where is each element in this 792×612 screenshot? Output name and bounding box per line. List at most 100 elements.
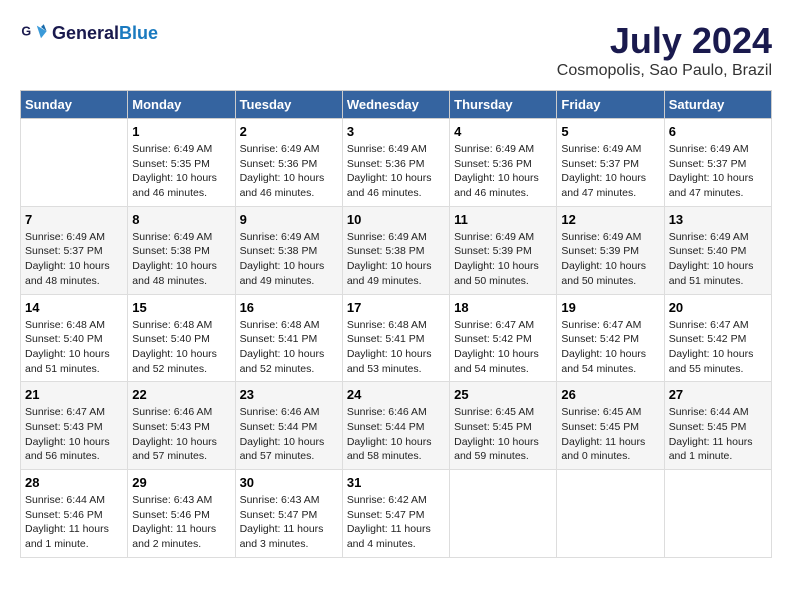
calendar-cell: 2 Sunrise: 6:49 AM Sunset: 5:36 PM Daylig… — [235, 119, 342, 207]
page-header: G GeneralBlue July 2024 Cosmopolis, Sao … — [20, 20, 772, 80]
day-header-thursday: Thursday — [450, 91, 557, 119]
calendar-cell: 30Sunrise: 6:43 AM Sunset: 5:47 PM Dayli… — [235, 470, 342, 558]
date-number: 13 — [669, 212, 767, 227]
date-number: 6 — [669, 124, 767, 139]
cell-detail: Sunrise: 6:47 AM Sunset: 5:42 PM Dayligh… — [561, 318, 659, 377]
week-row-5: 28 Sunrise: 6:44 AM Sunset: 5:46 PM Dayli… — [21, 470, 772, 558]
calendar-cell: 25 Sunrise: 6:45 AM Sunset: 5:45 PM Dayli… — [450, 382, 557, 470]
calendar-cell — [664, 470, 771, 558]
cell-detail: Sunrise: 6:46 AM Sunset: 5:44 PM Dayligh… — [240, 405, 338, 464]
cell-detail: Sunrise: 6:47 AM Sunset: 5:42 PM Dayligh… — [454, 318, 552, 377]
cell-detail: Sunrise: 6:44 AM Sunset: 5:46 PM Dayligh… — [25, 493, 123, 552]
date-number: 20 — [669, 300, 767, 315]
calendar-cell: 21 Sunrise: 6:47 AM Sunset: 5:43 PM Dayli… — [21, 382, 128, 470]
week-row-2: 7 Sunrise: 6:49 AM Sunset: 5:37 PM Daylig… — [21, 206, 772, 294]
date-number: 15 — [132, 300, 230, 315]
cell-detail: Sunrise: 6:49 AM Sunset: 5:36 PM Dayligh… — [454, 142, 552, 201]
calendar-cell: 29 Sunrise: 6:43 AM Sunset: 5:46 PM Dayli… — [128, 470, 235, 558]
calendar-cell — [450, 470, 557, 558]
week-row-1: 1 Sunrise: 6:49 AM Sunset: 5:35 PM Daylig… — [21, 119, 772, 207]
day-header-sunday: Sunday — [21, 91, 128, 119]
date-number: 12 — [561, 212, 659, 227]
title-block: July 2024 Cosmopolis, Sao Paulo, Brazil — [557, 20, 772, 80]
date-number: 9 — [240, 212, 338, 227]
date-number: 19 — [561, 300, 659, 315]
cell-detail: Sunrise: 6:49 AM Sunset: 5:36 PM Dayligh… — [240, 142, 338, 201]
calendar-cell: 22Sunrise: 6:46 AM Sunset: 5:43 PM Dayli… — [128, 382, 235, 470]
day-header-saturday: Saturday — [664, 91, 771, 119]
cell-detail: Sunrise: 6:49 AM Sunset: 5:40 PM Dayligh… — [669, 230, 767, 289]
calendar-cell: 14 Sunrise: 6:48 AM Sunset: 5:40 PM Dayli… — [21, 294, 128, 382]
date-number: 1 — [132, 124, 230, 139]
cell-detail: Sunrise: 6:49 AM Sunset: 5:37 PM Dayligh… — [561, 142, 659, 201]
calendar-subtitle: Cosmopolis, Sao Paulo, Brazil — [557, 62, 772, 80]
calendar-cell: 19 Sunrise: 6:47 AM Sunset: 5:42 PM Dayli… — [557, 294, 664, 382]
day-header-wednesday: Wednesday — [342, 91, 449, 119]
date-number: 4 — [454, 124, 552, 139]
cell-detail: Sunrise: 6:47 AM Sunset: 5:43 PM Dayligh… — [25, 405, 123, 464]
date-number: 5 — [561, 124, 659, 139]
date-number: 31 — [347, 475, 445, 490]
calendar-cell: 15 Sunrise: 6:48 AM Sunset: 5:40 PM Dayli… — [128, 294, 235, 382]
cell-detail: Sunrise: 6:48 AM Sunset: 5:41 PM Dayligh… — [347, 318, 445, 377]
date-number: 29 — [132, 475, 230, 490]
logo-text: GeneralBlue — [52, 24, 158, 44]
day-header-monday: Monday — [128, 91, 235, 119]
calendar-cell: 20 Sunrise: 6:47 AM Sunset: 5:42 PM Dayli… — [664, 294, 771, 382]
day-header-tuesday: Tuesday — [235, 91, 342, 119]
date-number: 2 — [240, 124, 338, 139]
date-number: 3 — [347, 124, 445, 139]
date-number: 25 — [454, 387, 552, 402]
calendar-cell: 10Sunrise: 6:49 AM Sunset: 5:38 PM Dayli… — [342, 206, 449, 294]
calendar-cell: 31Sunrise: 6:42 AM Sunset: 5:47 PM Dayli… — [342, 470, 449, 558]
calendar-cell: 1 Sunrise: 6:49 AM Sunset: 5:35 PM Daylig… — [128, 119, 235, 207]
date-number: 21 — [25, 387, 123, 402]
calendar-cell: 3Sunrise: 6:49 AM Sunset: 5:36 PM Daylig… — [342, 119, 449, 207]
date-number: 18 — [454, 300, 552, 315]
date-number: 24 — [347, 387, 445, 402]
calendar-cell — [557, 470, 664, 558]
calendar-cell: 28 Sunrise: 6:44 AM Sunset: 5:46 PM Dayli… — [21, 470, 128, 558]
cell-detail: Sunrise: 6:45 AM Sunset: 5:45 PM Dayligh… — [561, 405, 659, 464]
calendar-cell: 18 Sunrise: 6:47 AM Sunset: 5:42 PM Dayli… — [450, 294, 557, 382]
calendar-cell: 4 Sunrise: 6:49 AM Sunset: 5:36 PM Daylig… — [450, 119, 557, 207]
cell-detail: Sunrise: 6:47 AM Sunset: 5:42 PM Dayligh… — [669, 318, 767, 377]
calendar-cell: 17 Sunrise: 6:48 AM Sunset: 5:41 PM Dayli… — [342, 294, 449, 382]
date-number: 30 — [240, 475, 338, 490]
date-number: 8 — [132, 212, 230, 227]
days-header-row: SundayMondayTuesdayWednesdayThursdayFrid… — [21, 91, 772, 119]
cell-detail: Sunrise: 6:49 AM Sunset: 5:38 PM Dayligh… — [347, 230, 445, 289]
cell-detail: Sunrise: 6:48 AM Sunset: 5:40 PM Dayligh… — [132, 318, 230, 377]
date-number: 7 — [25, 212, 123, 227]
cell-detail: Sunrise: 6:49 AM Sunset: 5:35 PM Dayligh… — [132, 142, 230, 201]
cell-detail: Sunrise: 6:49 AM Sunset: 5:39 PM Dayligh… — [561, 230, 659, 289]
calendar-cell: 8 Sunrise: 6:49 AM Sunset: 5:38 PM Daylig… — [128, 206, 235, 294]
calendar-cell: 5 Sunrise: 6:49 AM Sunset: 5:37 PM Daylig… — [557, 119, 664, 207]
calendar-title: July 2024 — [557, 20, 772, 62]
date-number: 28 — [25, 475, 123, 490]
date-number: 16 — [240, 300, 338, 315]
cell-detail: Sunrise: 6:46 AM Sunset: 5:44 PM Dayligh… — [347, 405, 445, 464]
calendar-cell: 26 Sunrise: 6:45 AM Sunset: 5:45 PM Dayli… — [557, 382, 664, 470]
date-number: 17 — [347, 300, 445, 315]
svg-text:G: G — [21, 24, 31, 38]
calendar-cell: 7 Sunrise: 6:49 AM Sunset: 5:37 PM Daylig… — [21, 206, 128, 294]
calendar-cell — [21, 119, 128, 207]
date-number: 27 — [669, 387, 767, 402]
calendar-cell: 27Sunrise: 6:44 AM Sunset: 5:45 PM Dayli… — [664, 382, 771, 470]
cell-detail: Sunrise: 6:49 AM Sunset: 5:38 PM Dayligh… — [240, 230, 338, 289]
week-row-3: 14 Sunrise: 6:48 AM Sunset: 5:40 PM Dayli… — [21, 294, 772, 382]
cell-detail: Sunrise: 6:45 AM Sunset: 5:45 PM Dayligh… — [454, 405, 552, 464]
calendar-cell: 12 Sunrise: 6:49 AM Sunset: 5:39 PM Dayli… — [557, 206, 664, 294]
cell-detail: Sunrise: 6:49 AM Sunset: 5:37 PM Dayligh… — [25, 230, 123, 289]
calendar-cell: 24 Sunrise: 6:46 AM Sunset: 5:44 PM Dayli… — [342, 382, 449, 470]
calendar-cell: 6 Sunrise: 6:49 AM Sunset: 5:37 PM Daylig… — [664, 119, 771, 207]
calendar-table: SundayMondayTuesdayWednesdayThursdayFrid… — [20, 90, 772, 558]
date-number: 14 — [25, 300, 123, 315]
cell-detail: Sunrise: 6:48 AM Sunset: 5:40 PM Dayligh… — [25, 318, 123, 377]
calendar-cell: 9 Sunrise: 6:49 AM Sunset: 5:38 PM Daylig… — [235, 206, 342, 294]
date-number: 26 — [561, 387, 659, 402]
cell-detail: Sunrise: 6:43 AM Sunset: 5:46 PM Dayligh… — [132, 493, 230, 552]
cell-detail: Sunrise: 6:49 AM Sunset: 5:38 PM Dayligh… — [132, 230, 230, 289]
cell-detail: Sunrise: 6:49 AM Sunset: 5:37 PM Dayligh… — [669, 142, 767, 201]
